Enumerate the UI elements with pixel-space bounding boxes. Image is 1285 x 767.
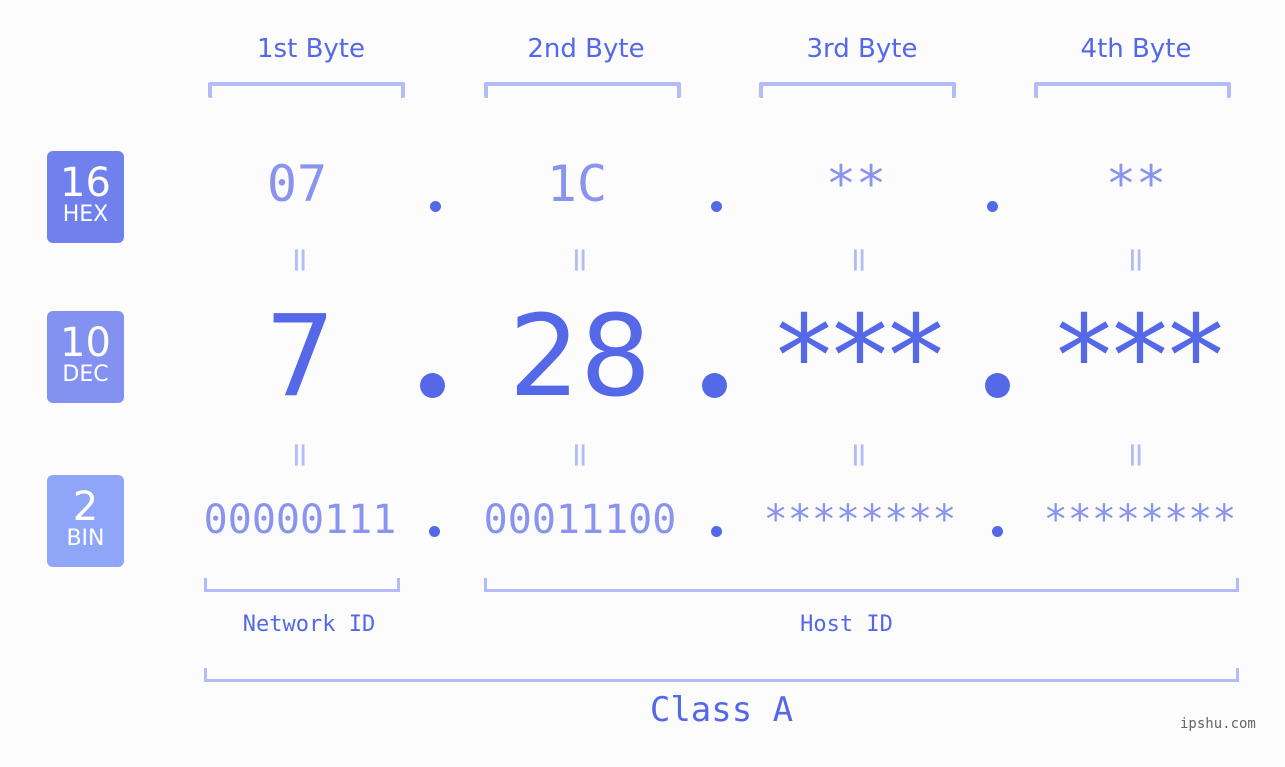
dec-byte-1: 7 bbox=[264, 292, 336, 422]
network-id-label: Network ID bbox=[242, 612, 376, 637]
dec-dot-3 bbox=[985, 373, 1010, 398]
equals-icon: = bbox=[839, 440, 879, 470]
dec-byte-4: *** bbox=[1056, 292, 1224, 422]
hex-byte-2: 1C bbox=[546, 155, 608, 213]
hex-dot-1 bbox=[430, 201, 441, 212]
network-id-bracket bbox=[204, 578, 400, 592]
host-id-label: Host ID bbox=[800, 612, 893, 637]
equals-icon: = bbox=[1116, 440, 1156, 470]
bin-byte-3: ******** bbox=[763, 497, 957, 543]
equals-icon: = bbox=[1116, 245, 1156, 275]
equals-icon: = bbox=[560, 245, 600, 275]
bin-label: BIN bbox=[66, 526, 105, 551]
bin-byte-4: ******** bbox=[1043, 497, 1237, 543]
hex-dot-2 bbox=[711, 201, 722, 212]
bin-dot-2 bbox=[711, 526, 722, 537]
equals-icon: = bbox=[839, 245, 879, 275]
host-id-bracket bbox=[484, 578, 1239, 592]
equals-icon: = bbox=[280, 245, 320, 275]
hex-byte-4: ** bbox=[1105, 155, 1167, 213]
byte-bracket-1 bbox=[208, 82, 405, 98]
dec-base: 10 bbox=[60, 320, 111, 366]
bin-byte-1: 00000111 bbox=[203, 497, 397, 543]
byte-bracket-4 bbox=[1034, 82, 1231, 98]
dec-byte-3: *** bbox=[776, 292, 944, 422]
bin-base: 2 bbox=[72, 484, 99, 530]
class-label: Class A bbox=[649, 690, 794, 730]
bin-dot-3 bbox=[992, 526, 1003, 537]
byte-bracket-3 bbox=[759, 82, 956, 98]
bin-badge: 2 BIN bbox=[47, 475, 124, 567]
bin-byte-2: 00011100 bbox=[483, 497, 677, 543]
hex-dot-3 bbox=[987, 201, 998, 212]
byte-bracket-2 bbox=[484, 82, 681, 98]
byte-header-3: 3rd Byte bbox=[806, 34, 918, 64]
hex-base: 16 bbox=[60, 160, 111, 206]
dec-label: DEC bbox=[62, 362, 109, 387]
hex-label: HEX bbox=[62, 202, 109, 227]
hex-byte-1: 07 bbox=[266, 155, 328, 213]
dec-byte-2: 28 bbox=[508, 292, 652, 422]
dec-dot-1 bbox=[420, 373, 445, 398]
equals-icon: = bbox=[560, 440, 600, 470]
byte-header-1: 1st Byte bbox=[257, 34, 365, 64]
dec-badge: 10 DEC bbox=[47, 311, 124, 403]
class-bracket bbox=[204, 668, 1239, 682]
bin-dot-1 bbox=[429, 526, 440, 537]
hex-badge: 16 HEX bbox=[47, 151, 124, 243]
byte-header-4: 4th Byte bbox=[1080, 34, 1192, 64]
equals-icon: = bbox=[280, 440, 320, 470]
hex-byte-3: ** bbox=[825, 155, 887, 213]
dec-dot-2 bbox=[702, 373, 727, 398]
watermark: ipshu.com bbox=[1180, 716, 1256, 732]
byte-header-2: 2nd Byte bbox=[527, 34, 645, 64]
